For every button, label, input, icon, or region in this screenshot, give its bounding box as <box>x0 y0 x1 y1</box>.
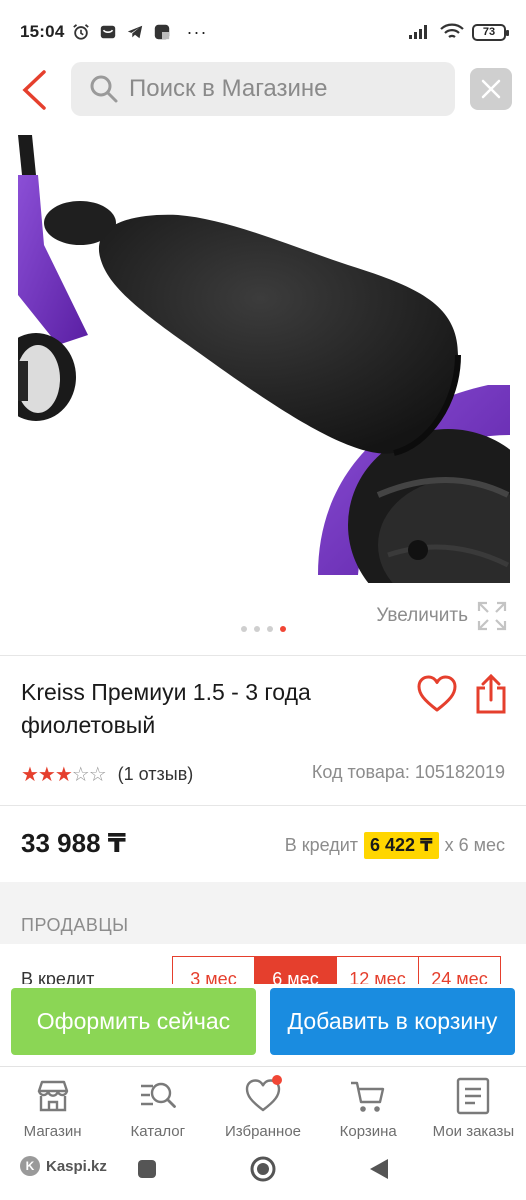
app-icon <box>155 24 170 40</box>
reviews-link[interactable]: (1 отзыв) <box>118 764 194 785</box>
nav-label-catalog: Каталог <box>130 1123 186 1140</box>
gallery-dot[interactable] <box>266 626 273 632</box>
search-box[interactable] <box>71 62 455 116</box>
kaspi-logo-icon: K <box>20 1156 40 1176</box>
product-image[interactable] <box>18 135 510 583</box>
chevron-left-icon <box>22 70 46 110</box>
wifi-icon <box>440 23 464 38</box>
store-icon <box>37 1080 68 1112</box>
gallery-dot[interactable] <box>240 626 247 632</box>
nav-item-orders[interactable]: Мои заказы <box>421 1067 526 1144</box>
nav-label-favorites: Избранное <box>224 1123 302 1140</box>
system-navigation-bar: K Kaspi.kz <box>0 1144 526 1200</box>
battery-icon: 73 <box>472 23 509 41</box>
back-button[interactable] <box>14 66 54 114</box>
more-icon: ··· <box>186 21 208 42</box>
gallery-dot-active[interactable] <box>279 626 286 632</box>
expand-icon <box>477 601 507 631</box>
share-icon <box>476 673 506 714</box>
orders-icon <box>457 1077 490 1115</box>
sellers-title: ПРОДАВЦЫ <box>21 915 129 935</box>
signal-icon <box>409 25 427 39</box>
notification-icons: ··· <box>72 22 207 43</box>
zoom-label: Увеличить <box>376 605 468 626</box>
zoom-button[interactable]: Увеличить <box>376 600 508 632</box>
product-title: Kreiss Премиуи 1.5 - 3 года фиолетовый <box>21 679 311 738</box>
status-time: 15:04 <box>20 22 65 41</box>
term-tab-24[interactable]: 24 мес <box>418 956 501 984</box>
home-button[interactable] <box>249 1155 277 1183</box>
search-input[interactable] <box>129 75 449 103</box>
term-tab-12[interactable]: 12 мес <box>336 956 419 984</box>
nav-item-catalog[interactable]: Каталог <box>105 1067 210 1144</box>
nav-label-store: Магазин <box>23 1123 82 1140</box>
rating-stars: ★★★☆☆ <box>21 764 107 786</box>
credit-prefix: В кредит <box>284 835 359 855</box>
cart-icon <box>351 1081 385 1112</box>
term-tab-3[interactable]: 3 мес <box>172 956 255 984</box>
checkout-now-button[interactable]: Оформить сейчас <box>11 988 256 1055</box>
divider <box>0 805 526 806</box>
credit-term-label: В кредит <box>21 969 95 984</box>
back-nav-button[interactable] <box>368 1157 390 1181</box>
product-rating: ★★★☆☆ (1 отзыв) <box>21 762 193 787</box>
search-icon <box>90 75 118 103</box>
status-bar: 15:04 ··· 73 <box>0 0 526 64</box>
credit-term-row: В кредит 3 мес 6 мес 12 мес 24 мес <box>0 944 526 984</box>
nav-item-favorites[interactable]: Избранное <box>210 1067 315 1144</box>
alarm-icon <box>73 24 90 40</box>
product-price: 33 988 ₸ <box>21 828 126 858</box>
nav-item-store[interactable]: Магазин <box>0 1067 105 1144</box>
close-icon <box>481 79 501 99</box>
kaspi-brand-label: Kaspi.kz <box>46 1157 107 1175</box>
telegram-icon <box>128 25 143 39</box>
credit-suffix: x 6 мес <box>444 835 505 855</box>
recent-apps-button[interactable] <box>136 1158 158 1180</box>
credit-term-tabs: 3 мес 6 мес 12 мес 24 мес <box>172 956 501 984</box>
mail-icon <box>101 25 116 39</box>
product-code: Код товара: 105182019 <box>311 762 505 782</box>
nav-label-cart: Корзина <box>339 1123 397 1140</box>
add-to-cart-button[interactable]: Добавить в корзину <box>270 988 515 1055</box>
term-tab-6[interactable]: 6 мес <box>254 956 337 984</box>
system-status-icons: 73 <box>408 23 509 41</box>
credit-info: В кредит 6 422 ₸ x 6 мес <box>285 832 505 859</box>
share-button[interactable] <box>474 673 512 716</box>
catalog-search-icon <box>140 1082 176 1108</box>
heart-outline-icon <box>417 675 457 712</box>
product-photo <box>18 135 510 583</box>
kaspi-brand: K Kaspi.kz <box>20 1156 107 1176</box>
divider <box>0 655 526 656</box>
gallery-dot[interactable] <box>253 626 260 632</box>
clear-search-button[interactable] <box>470 68 512 110</box>
credit-amount-badge: 6 422 ₸ <box>364 832 439 859</box>
bottom-navigation: Магазин Каталог Избранное Корзина Мои за… <box>0 1066 526 1144</box>
action-bar: Оформить сейчас Добавить в корзину <box>0 984 526 1066</box>
nav-item-cart[interactable]: Корзина <box>316 1067 421 1144</box>
favorite-button[interactable] <box>416 674 458 716</box>
search-header <box>0 60 526 120</box>
nav-label-orders: Мои заказы <box>432 1123 515 1140</box>
